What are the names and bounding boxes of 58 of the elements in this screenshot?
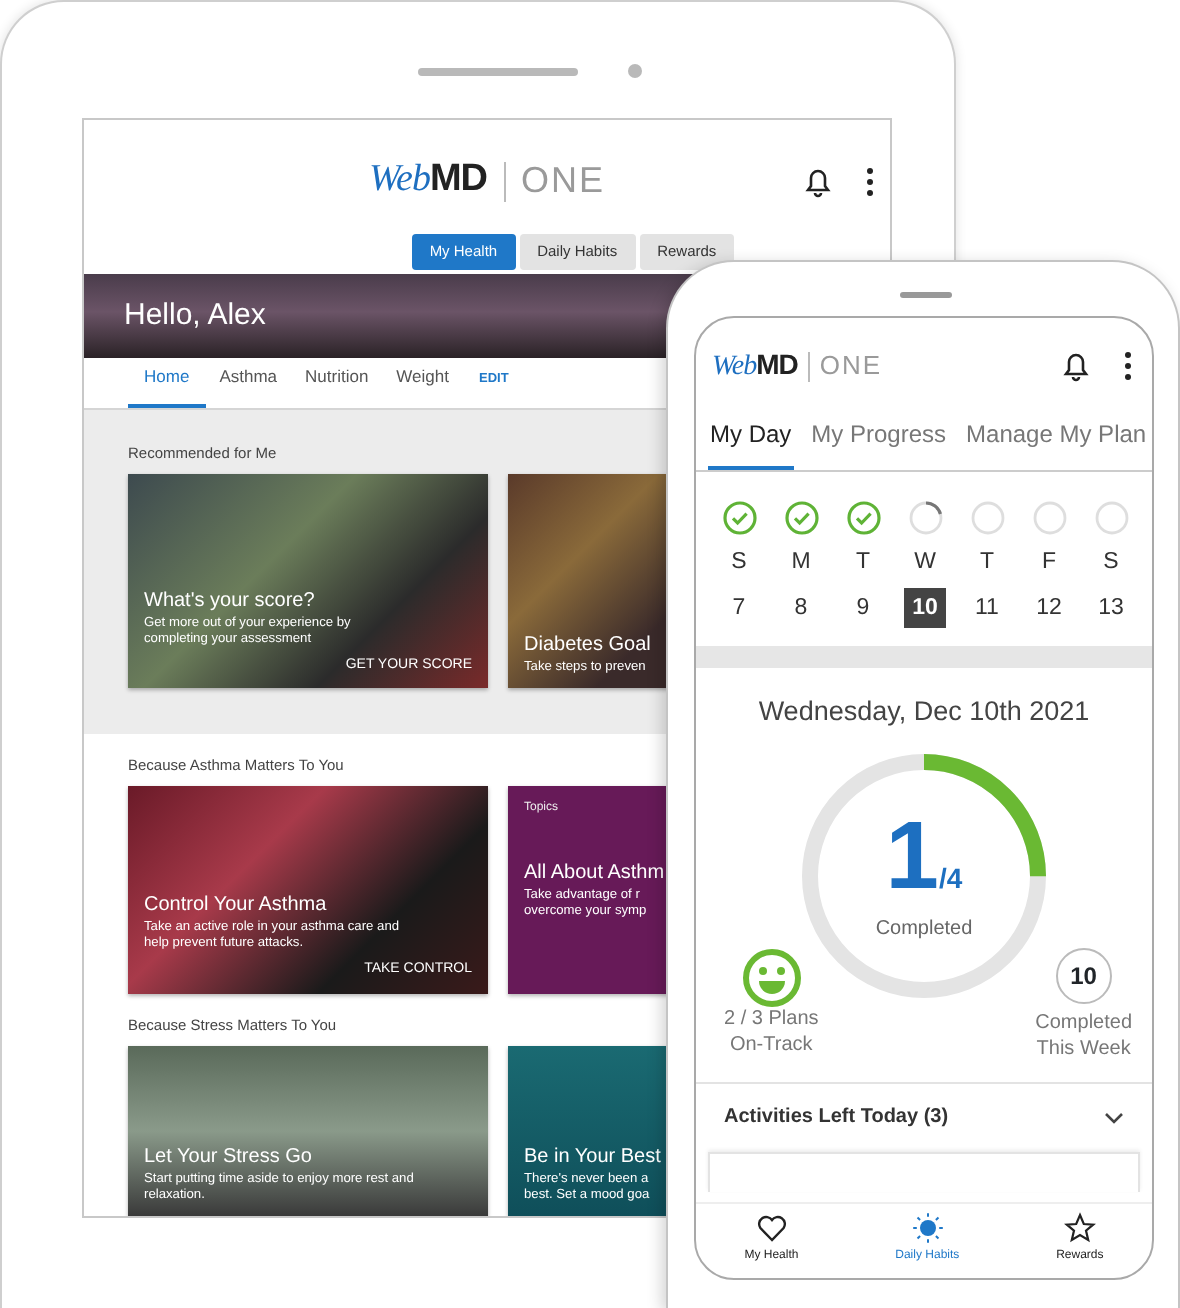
weekday-letter: T (855, 547, 871, 578)
stat-label: 2 / 3 Plans (724, 1008, 819, 1034)
ring-caption: Completed (875, 915, 973, 944)
heart-icon (755, 1212, 788, 1244)
greeting-text: Hello, Alex (124, 295, 266, 336)
weekday-letter: S (1103, 547, 1119, 578)
date-number[interactable]: 12 (1028, 588, 1070, 629)
stat-label: This Week (1036, 1037, 1131, 1063)
bell-icon[interactable] (1060, 350, 1092, 382)
activities-header[interactable]: Activities Left Today (3) (696, 1082, 1152, 1153)
card-title: What's your score? (144, 587, 317, 616)
webmd-logo: WebMD (712, 346, 798, 386)
empty-ring-icon (1031, 500, 1067, 536)
product-name: ONE (521, 158, 606, 205)
weekday-letter: F (1041, 547, 1057, 578)
nav-tab[interactable]: My Day (708, 416, 794, 470)
stat-label: Completed (1035, 1012, 1132, 1038)
more-menu-icon[interactable] (1124, 350, 1132, 382)
completed-count: 1/4 (885, 809, 963, 906)
card-title: Be in Your Best (524, 1144, 656, 1172)
weekday-letter: T (979, 547, 995, 578)
stat-label: On-Track (729, 1033, 813, 1059)
check-circle-icon (845, 500, 881, 536)
card-title: Diabetes Goal (524, 632, 653, 660)
date-title: Wednesday, Dec 10th 2021 (756, 694, 1092, 730)
date-number[interactable]: 10 (904, 588, 946, 629)
smiley-icon (741, 948, 802, 1009)
empty-ring-icon (969, 500, 1005, 536)
partial-ring-icon (907, 500, 943, 536)
date-number[interactable]: 8 (780, 588, 822, 629)
more-menu-icon[interactable] (866, 165, 874, 198)
check-circle-icon (783, 500, 819, 536)
card-title: Control Your Asthma (144, 892, 329, 920)
date-number[interactable]: 7 (718, 588, 760, 629)
activities-title: Activities Left Today (3) (724, 1104, 949, 1133)
nav-tab[interactable]: My Progress (809, 416, 949, 470)
weekday-letter: S (731, 547, 747, 578)
date-number[interactable]: 9 (842, 588, 884, 629)
chevron-down-icon[interactable] (1104, 1111, 1124, 1124)
product-name: ONE (819, 348, 883, 385)
weekday-letter: W (914, 547, 936, 578)
sun-icon (911, 1212, 944, 1244)
speaker-slot (900, 292, 952, 298)
weekly-count: 10 (1055, 948, 1112, 1005)
star-icon (1063, 1212, 1096, 1244)
camera-dot (628, 64, 642, 78)
nav-tab[interactable]: Asthma (205, 364, 292, 408)
date-number[interactable]: 13 (1090, 588, 1132, 629)
weekday-letter: M (791, 547, 811, 578)
card-title: Let Your Stress Go (144, 1144, 314, 1172)
date-number[interactable]: 11 (966, 588, 1008, 629)
nav-tab[interactable]: Nutrition (291, 364, 383, 408)
empty-ring-icon (1093, 500, 1129, 536)
webmd-logo: WebMD (368, 156, 488, 205)
nav-tab[interactable]: Manage My Plan (964, 416, 1149, 470)
check-circle-icon (721, 500, 757, 536)
bell-icon[interactable] (802, 165, 834, 198)
nav-tab[interactable]: Weight (382, 364, 463, 408)
